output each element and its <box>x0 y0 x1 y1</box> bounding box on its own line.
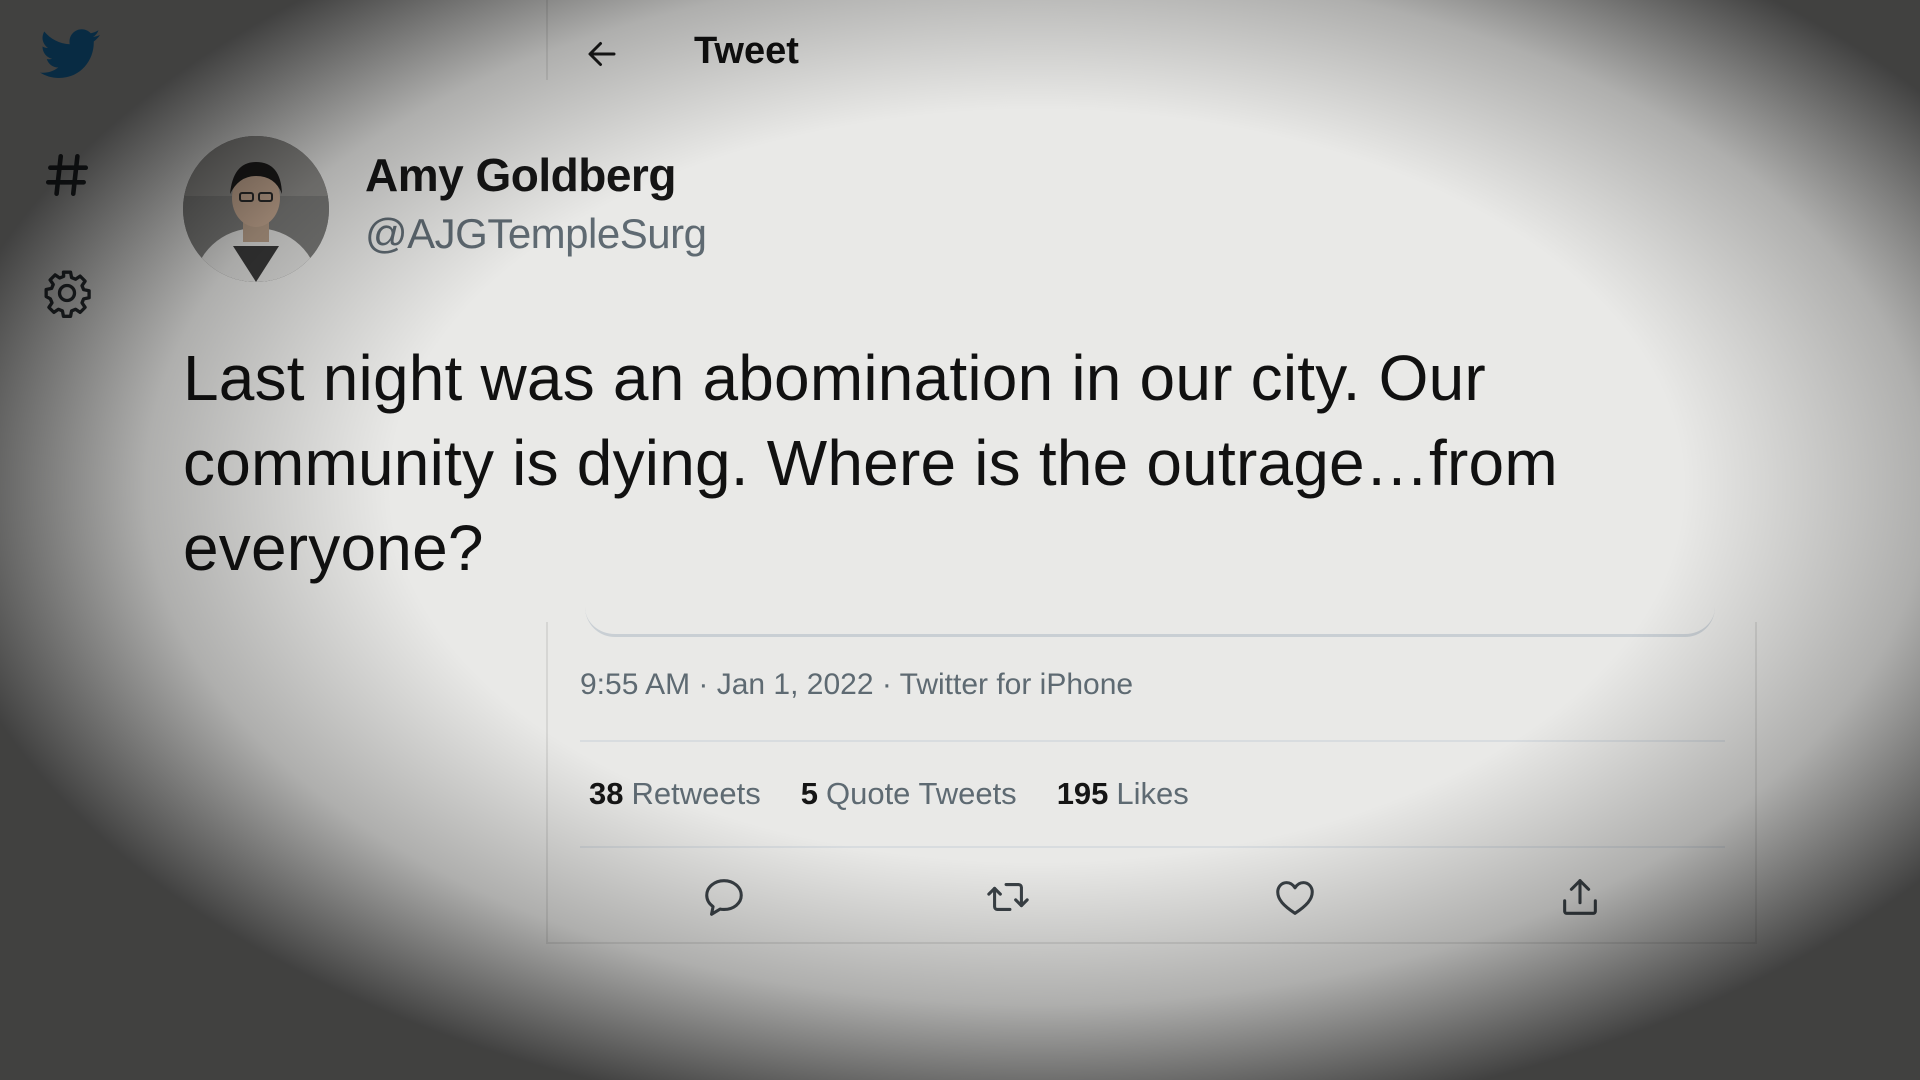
divider <box>580 740 1725 742</box>
retweets-label: Retweets <box>631 776 761 811</box>
avatar-photo <box>183 136 329 282</box>
likes-stat[interactable]: 195 Likes <box>1057 776 1189 812</box>
card-border-left <box>546 622 548 944</box>
column-border-left <box>546 0 548 80</box>
hashtag-icon[interactable] <box>42 150 92 200</box>
likes-count: 195 <box>1056 776 1109 811</box>
divider <box>580 846 1725 848</box>
gear-icon[interactable] <box>42 268 92 318</box>
tweet-timestamp[interactable]: 9:55 AM · Jan 1, 2022 · Twitter for iPho… <box>580 668 1133 702</box>
arrow-left-icon[interactable] <box>582 36 622 72</box>
card-border-bottom <box>546 942 1757 944</box>
quote-tweets-stat[interactable]: 5 Quote Tweets <box>801 776 1017 812</box>
quote-tweets-label: Quote Tweets <box>825 776 1017 811</box>
quote-tweets-count: 5 <box>800 776 818 811</box>
reply-icon[interactable] <box>701 874 747 920</box>
card-border-right <box>1755 622 1757 944</box>
tweet-text: Last night was an abomination in our cit… <box>183 342 1558 584</box>
author-handle[interactable]: @AJGTempleSurg <box>365 210 707 258</box>
author-name[interactable]: Amy Goldberg <box>365 148 676 202</box>
share-icon[interactable] <box>1557 874 1603 920</box>
retweets-stat[interactable]: 38 Retweets <box>589 776 761 812</box>
like-icon[interactable] <box>1272 874 1318 920</box>
media-card-edge <box>585 590 1715 637</box>
twitter-bird-icon[interactable] <box>40 28 100 80</box>
page-title: Tweet <box>694 30 799 72</box>
likes-label: Likes <box>1116 776 1189 811</box>
tweet-stats: 38 Retweets 5 Quote Tweets 195 Likes <box>589 776 1189 812</box>
retweets-count: 38 <box>589 776 624 811</box>
retweet-icon[interactable] <box>985 874 1031 920</box>
avatar[interactable] <box>183 136 329 282</box>
